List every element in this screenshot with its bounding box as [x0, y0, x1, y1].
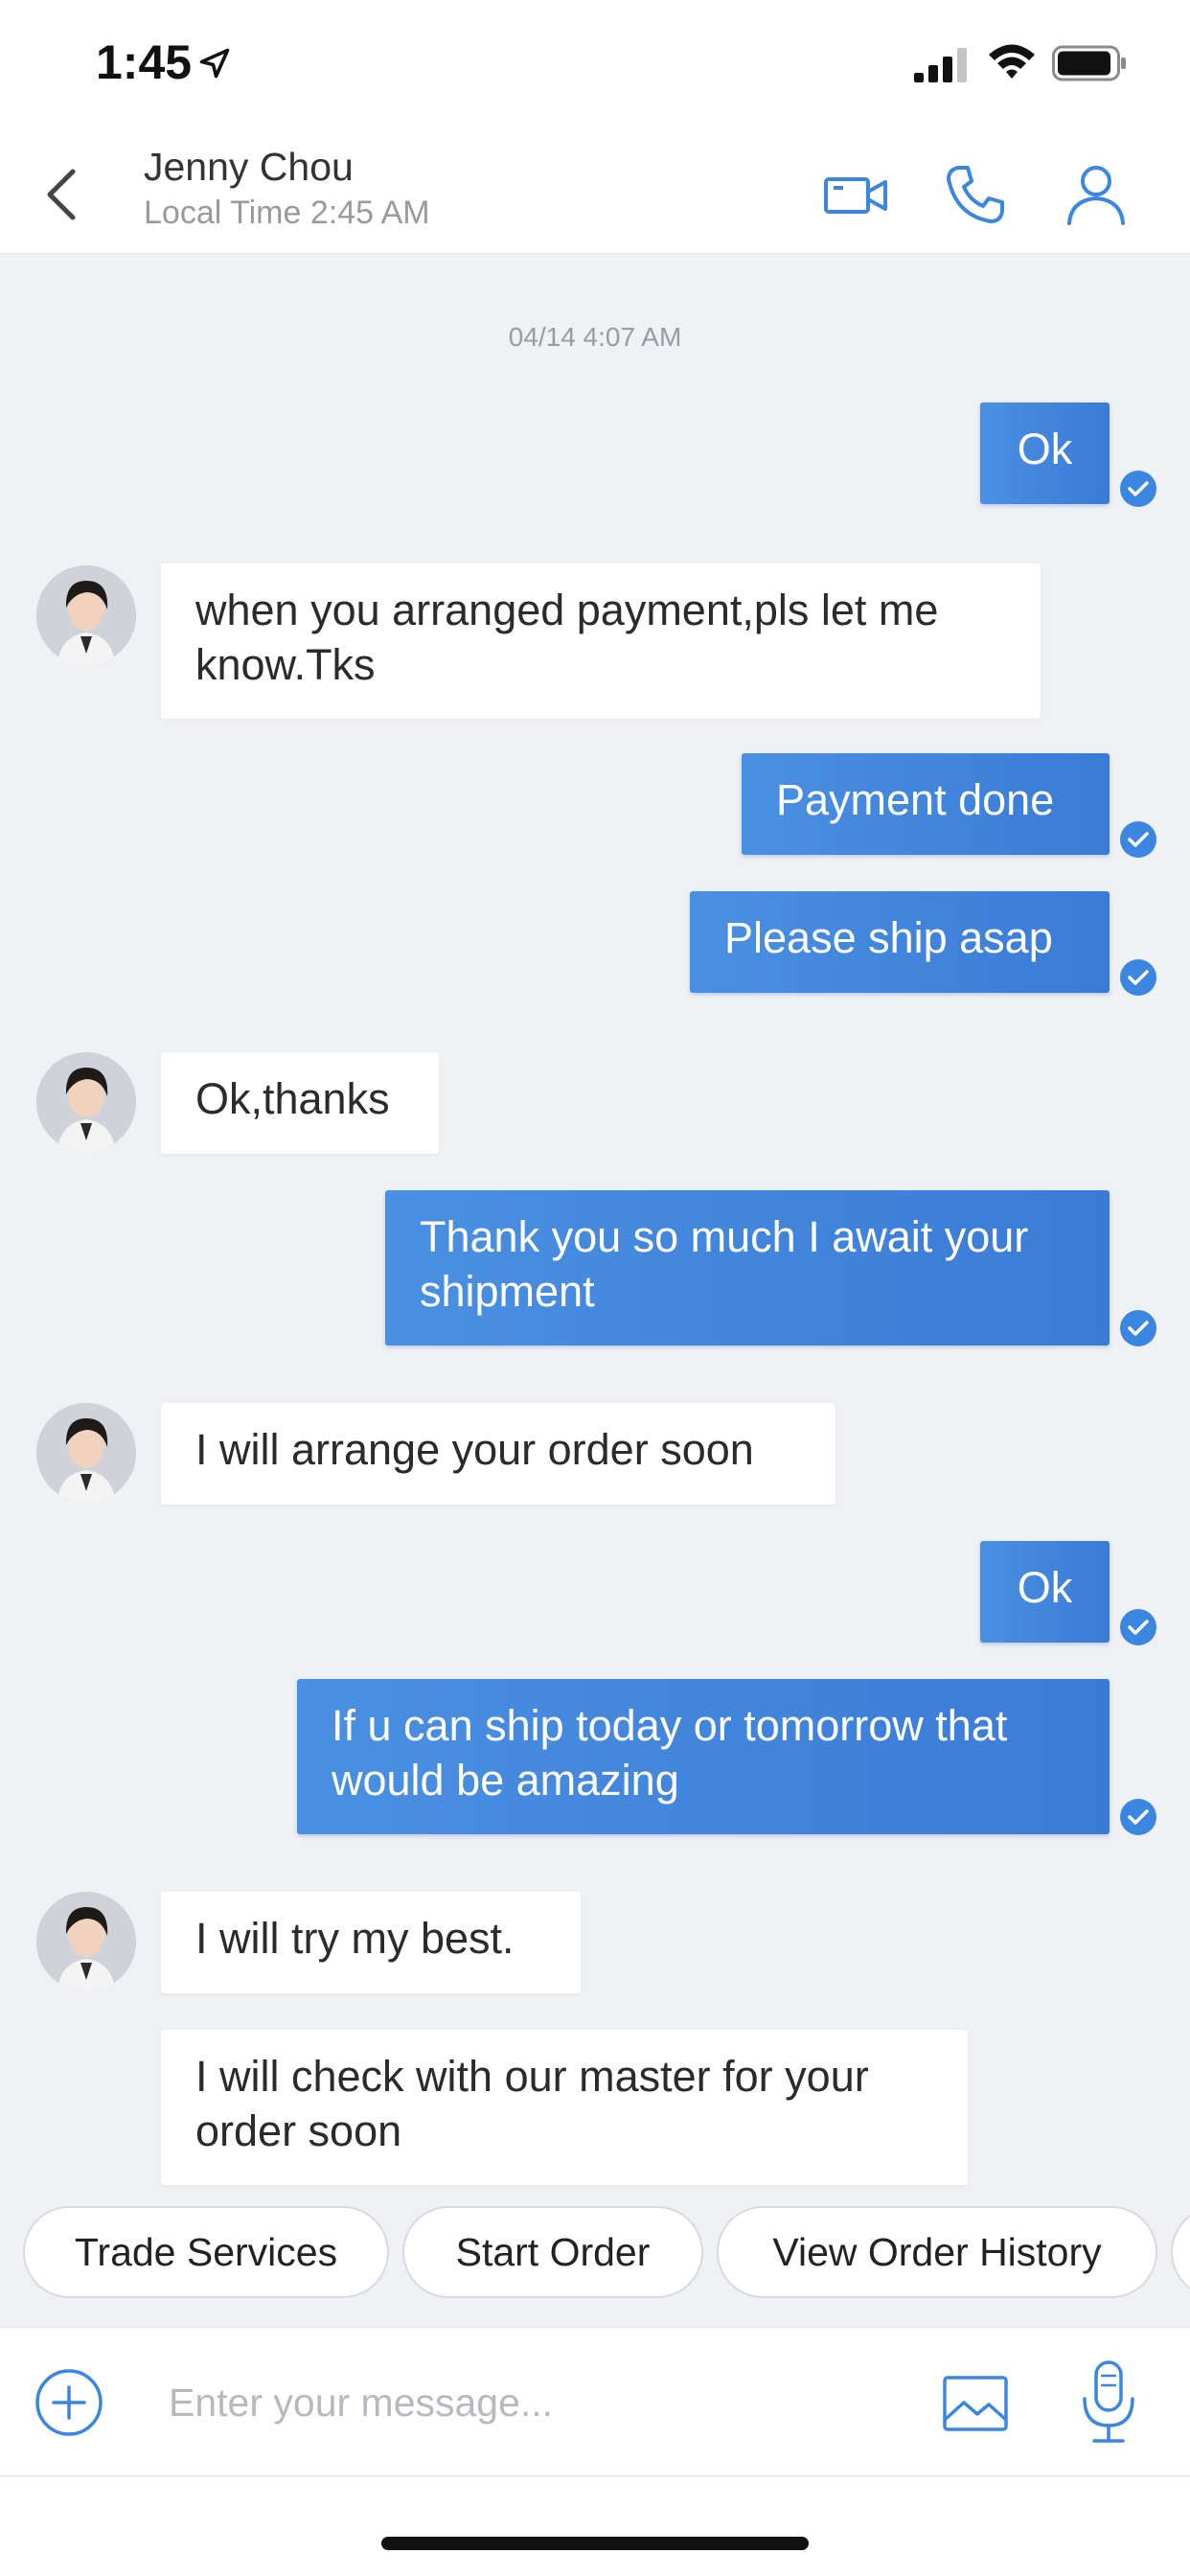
- incoming-message[interactable]: when you arranged payment,pls let me kno…: [161, 564, 1041, 719]
- contact-local-time: Local Time 2:45 AM: [144, 195, 430, 231]
- image-picker-icon[interactable]: [939, 2366, 1012, 2439]
- trade-services-chip[interactable]: Trade Services: [23, 2206, 389, 2298]
- message-composer: [0, 2327, 1190, 2476]
- quick-actions-row: Trade Services Start Order View Order Hi…: [0, 2206, 1190, 2298]
- wifi-icon: [989, 44, 1035, 79]
- phone-call-icon[interactable]: [937, 156, 1014, 233]
- bottom-safe-area: [0, 2477, 1190, 2576]
- read-check-icon: [1120, 821, 1156, 858]
- chat-timestamp: 04/14 4:07 AM: [508, 322, 682, 352]
- contact-avatar[interactable]: [36, 1403, 136, 1503]
- start-order-chip[interactable]: Start Order: [402, 2206, 703, 2298]
- read-check-icon: [1120, 471, 1156, 507]
- microphone-icon[interactable]: [1077, 2357, 1140, 2449]
- location-arrow-icon: [199, 48, 230, 79]
- status-time: 1:45: [96, 35, 193, 89]
- profile-icon[interactable]: [1058, 156, 1134, 233]
- contact-avatar[interactable]: [36, 565, 136, 665]
- incoming-message[interactable]: Ok,thanks: [161, 1052, 439, 1154]
- battery-icon: [1052, 45, 1126, 81]
- read-check-icon: [1120, 1310, 1156, 1346]
- contact-avatar[interactable]: [36, 1052, 136, 1152]
- outgoing-message[interactable]: Ok: [980, 1541, 1110, 1643]
- read-check-icon: [1120, 1609, 1156, 1645]
- outgoing-message[interactable]: Payment done: [742, 753, 1110, 855]
- home-indicator[interactable]: [381, 2537, 809, 2550]
- outgoing-message[interactable]: Please ship asap: [690, 891, 1110, 993]
- back-arrow-icon[interactable]: [36, 158, 90, 231]
- message-input[interactable]: [169, 2366, 897, 2439]
- outgoing-message[interactable]: If u can ship today or tomorrow that wou…: [297, 1679, 1110, 1834]
- outgoing-message[interactable]: Thank you so much I await your shipment: [385, 1190, 1110, 1346]
- incoming-message[interactable]: I will check with our master for your or…: [161, 2030, 968, 2185]
- incoming-message[interactable]: I will try my best.: [161, 1892, 581, 1993]
- read-check-icon: [1120, 1799, 1156, 1835]
- more-chip[interactable]: [1171, 2206, 1190, 2298]
- view-order-history-chip[interactable]: View Order History: [717, 2206, 1157, 2298]
- video-call-icon[interactable]: [818, 156, 895, 233]
- contact-name[interactable]: Jenny Chou: [144, 145, 354, 190]
- chat-header: Jenny Chou Local Time 2:45 AM: [0, 129, 1190, 254]
- read-check-icon: [1120, 959, 1156, 996]
- cellular-signal-icon: [914, 48, 967, 82]
- outgoing-message[interactable]: Ok: [980, 402, 1110, 504]
- add-attachment-icon[interactable]: [33, 2366, 105, 2439]
- incoming-message[interactable]: I will arrange your order soon: [161, 1403, 835, 1505]
- contact-avatar[interactable]: [36, 1892, 136, 1991]
- status-bar: 1:45: [0, 0, 1190, 129]
